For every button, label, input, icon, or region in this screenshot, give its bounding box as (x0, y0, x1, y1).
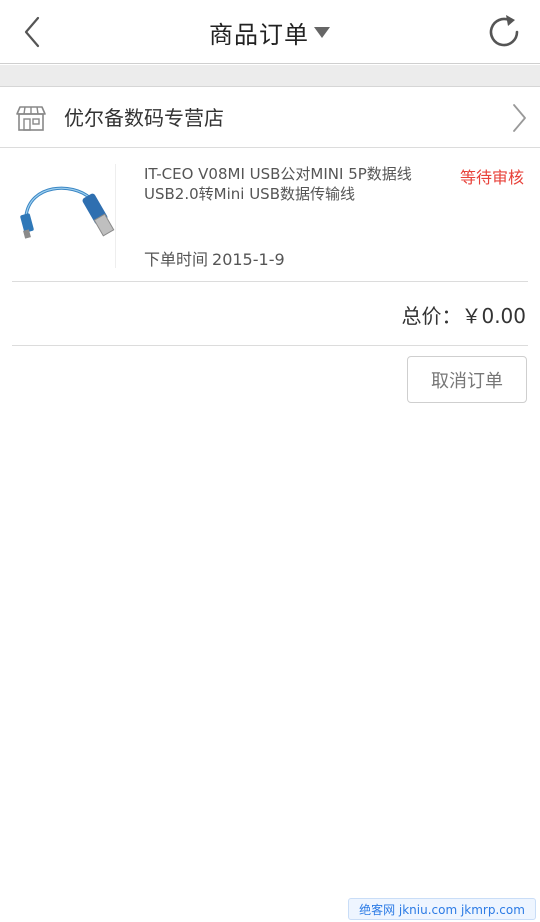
product-thumbnail (12, 164, 116, 268)
divider (12, 281, 528, 282)
page-title: 商品订单 (209, 20, 309, 49)
divider (12, 345, 528, 346)
section-gap (0, 65, 540, 87)
total-label: 总价： (401, 304, 462, 328)
order-time-value: 2015-1-9 (212, 250, 285, 269)
order-item[interactable]: IT-CEO V08MI USB公对MINI 5P数据线USB2.0转Mini … (0, 150, 540, 280)
order-status: 等待审核 (459, 168, 524, 187)
usb-cable-image (20, 186, 115, 239)
watermark: 绝客网 jkniu.com jkmrp.com (348, 898, 536, 920)
total-value: ￥0.00 (461, 304, 526, 328)
refresh-icon (489, 15, 519, 47)
product-title: IT-CEO V08MI USB公对MINI 5P数据线USB2.0转Mini … (144, 165, 412, 203)
store-row[interactable]: 优尔备数码专营店 (0, 88, 540, 148)
triangle-down-icon (314, 27, 330, 38)
order-time-label: 下单时间 (144, 250, 209, 269)
app-header: 商品订单 (0, 0, 540, 64)
total-price: 总价：￥0.00 (401, 300, 526, 329)
refresh-button[interactable] (484, 12, 524, 52)
chevron-right-icon (513, 104, 526, 132)
order-time: 下单时间 2015-1-9 (144, 246, 285, 270)
store-name: 优尔备数码专营店 (64, 106, 224, 130)
store-icon (16, 106, 46, 131)
cancel-order-button[interactable]: 取消订单 (407, 356, 527, 403)
title-dropdown[interactable]: 商品订单 (0, 0, 540, 64)
